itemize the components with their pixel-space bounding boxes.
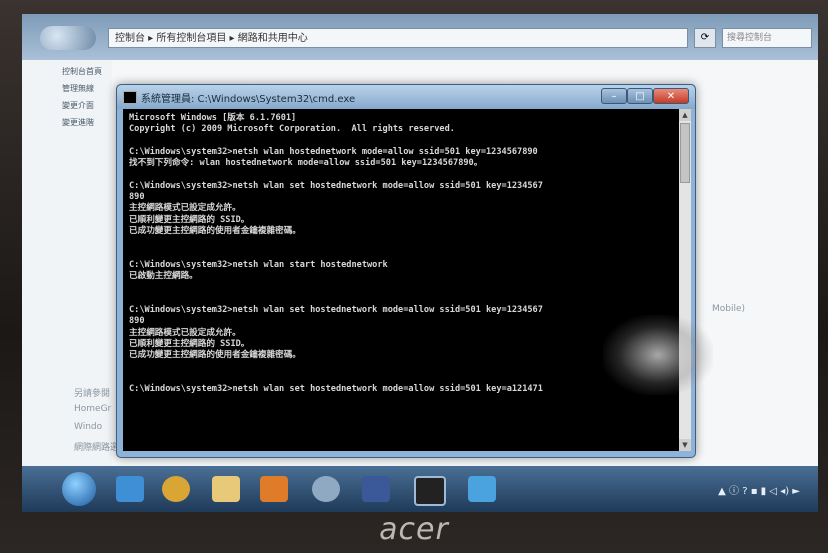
console-line: 已順利變更主控網路的 SSID。 <box>129 338 250 349</box>
console-line: 主控網路模式已設定成允許。 <box>129 203 241 214</box>
console-line: C:\Windows\system32>netsh wlan set hoste… <box>129 180 543 191</box>
scroll-up-icon[interactable]: ▲ <box>679 109 691 121</box>
ie-icon[interactable] <box>116 476 144 502</box>
facebook-icon[interactable] <box>362 476 390 502</box>
console-line: C:\Windows\system32>netsh wlan set hoste… <box>129 305 543 316</box>
console-line: 890 <box>129 316 145 327</box>
console-line: C:\Windows\system32>netsh wlan start hos… <box>129 259 388 270</box>
left-pane-item[interactable]: 變更介面 <box>62 100 112 111</box>
network-type-label: Mobile) <box>712 304 746 314</box>
homegroup-link[interactable]: HomeGr <box>74 404 111 414</box>
left-pane-item[interactable]: 控制台首頁 <box>62 66 112 77</box>
console-line: 已成功變更主控網路的使用者金鑰複雜密碼。 <box>129 350 301 361</box>
cmd-title-bar[interactable]: 系統管理員: C:\Windows\System32\cmd.exe – □ ✕ <box>117 85 695 109</box>
cmd-icon[interactable] <box>414 476 446 506</box>
system-tray[interactable]: ▲ ⓘ ? ▪ ▮ ◁ ◂) ► <box>718 482 800 497</box>
cmd-window[interactable]: 系統管理員: C:\Windows\System32\cmd.exe – □ ✕… <box>116 84 713 458</box>
console-line: C:\Windows\system32>netsh wlan set hoste… <box>129 384 543 395</box>
acer-logo: acer <box>379 512 449 547</box>
left-pane-item[interactable]: 管理無線 <box>62 83 112 94</box>
console-line: Copyright (c) 2009 Microsoft Corporation… <box>129 124 455 135</box>
console-output[interactable]: Microsoft Windows [版本 6.1.7601] Copyright… <box>123 109 679 451</box>
explorer-toolbar: 控制台 ▸ 所有控制台項目 ▸ 網路和共用中心 ⟳ 搜尋控制台 <box>22 14 818 60</box>
start-orb-icon[interactable] <box>62 472 96 506</box>
minimize-button[interactable]: – <box>601 88 627 104</box>
chrome-icon[interactable] <box>162 476 190 502</box>
see-also-label: 另請參閱 <box>74 389 111 399</box>
network-icon[interactable] <box>312 476 340 502</box>
cmd-title: 系統管理員: C:\Windows\System32\cmd.exe <box>141 94 356 105</box>
console-line: 已啟動主控網路。 <box>129 271 198 282</box>
media-player-icon[interactable] <box>260 476 288 502</box>
search-input[interactable]: 搜尋控制台 <box>722 28 812 48</box>
taskbar: ▲ ⓘ ? ▪ ▮ ◁ ◂) ► <box>22 466 818 512</box>
console-line: C:\Windows\system32>netsh wlan hostednet… <box>129 146 538 157</box>
close-button[interactable]: ✕ <box>653 88 689 104</box>
console-line: 找不到下列命令: wlan hostednetwork mode=allow s… <box>129 158 483 169</box>
cmd-icon <box>123 91 137 104</box>
console-line: 已順利變更主控網路的 SSID。 <box>129 214 250 225</box>
scroll-down-icon[interactable]: ▼ <box>679 439 691 451</box>
windows-firewall-link[interactable]: Windo <box>74 422 102 432</box>
folder-icon[interactable] <box>212 476 240 502</box>
maximize-button[interactable]: □ <box>627 88 653 104</box>
console-line: Microsoft Windows [版本 6.1.7601] <box>129 113 297 123</box>
left-pane-item[interactable]: 變更進階 <box>62 117 112 128</box>
address-bar[interactable]: 控制台 ▸ 所有控制台項目 ▸ 網路和共用中心 <box>108 28 688 48</box>
screen-glare <box>603 315 713 395</box>
monitor-icon[interactable] <box>468 476 496 502</box>
screen: 控制台 ▸ 所有控制台項目 ▸ 網路和共用中心 ⟳ 搜尋控制台 控制台首頁 管理… <box>22 14 818 512</box>
console-line: 已成功變更主控網路的使用者金鑰複雜密碼。 <box>129 225 301 236</box>
console-scrollbar[interactable]: ▲ ▼ <box>679 109 691 451</box>
back-forward-buttons[interactable] <box>40 26 96 50</box>
console-line: 主控網路模式已設定成允許。 <box>129 327 241 338</box>
scroll-thumb[interactable] <box>680 123 690 183</box>
refresh-icon[interactable]: ⟳ <box>694 28 716 48</box>
console-line: 890 <box>129 192 145 203</box>
